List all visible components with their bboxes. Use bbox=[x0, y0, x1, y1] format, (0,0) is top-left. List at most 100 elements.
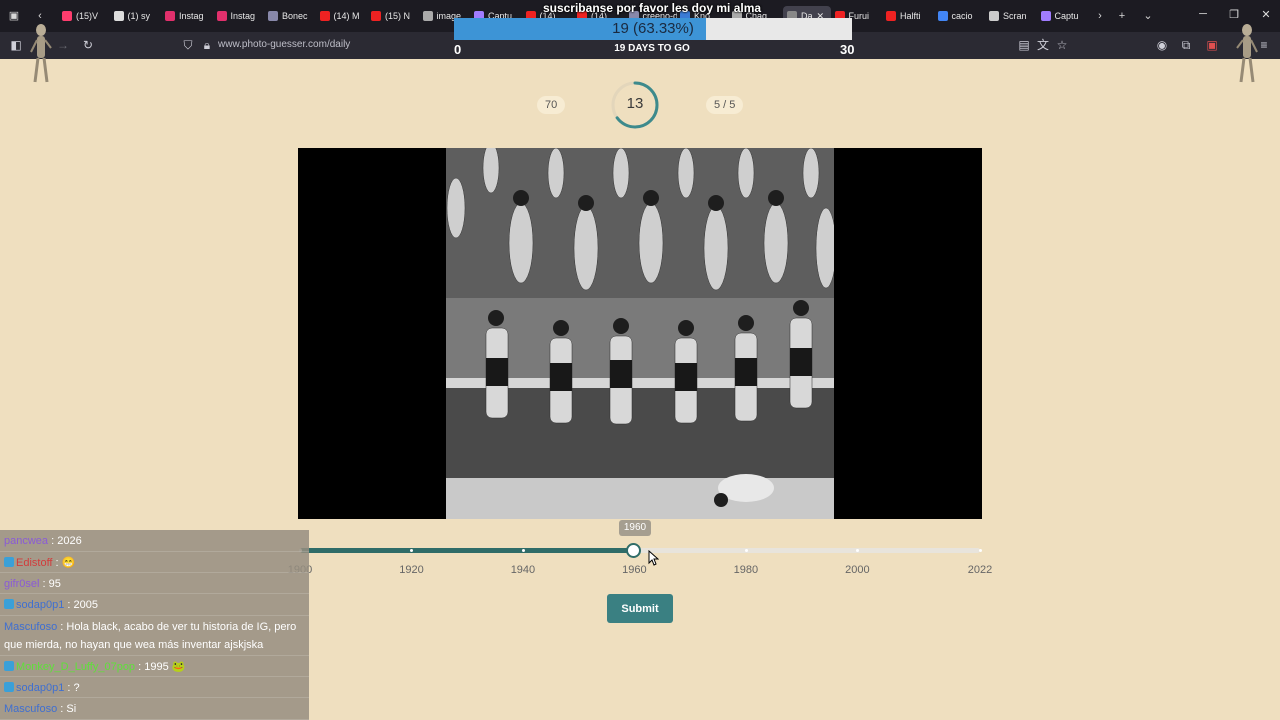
tab-favicon-icon bbox=[268, 11, 278, 21]
tab-title: Instag bbox=[230, 11, 256, 21]
chat-username: Mascufoso bbox=[4, 703, 58, 715]
browser-tab[interactable]: Halfti bbox=[886, 6, 934, 26]
sidebar-toggle-icon[interactable]: ◧ bbox=[8, 37, 24, 53]
browser-tab[interactable]: (14) M bbox=[319, 6, 368, 26]
chat-text: : Si bbox=[57, 703, 77, 715]
chat-text: : 2026 bbox=[48, 535, 82, 547]
chat-username: sodap0p1 bbox=[16, 599, 65, 611]
tab-title: Bonec bbox=[282, 11, 308, 21]
chat-text: : 2005 bbox=[64, 599, 98, 611]
chat-message: Edistoff : 😁 bbox=[0, 552, 309, 573]
tab-favicon-icon bbox=[886, 11, 896, 21]
goal-min-label: 0 bbox=[454, 42, 462, 57]
tab-title: (1) sy bbox=[127, 11, 151, 21]
tab-favicon-icon bbox=[1040, 11, 1051, 21]
chat-username: pancwea bbox=[4, 535, 49, 547]
chat-message: Mascufoso : Si bbox=[0, 698, 309, 720]
score-badge: 70 bbox=[537, 96, 566, 114]
close-window-icon[interactable]: ✕ bbox=[1258, 8, 1274, 21]
chat-message: sodap0p1 : ? bbox=[0, 677, 309, 698]
chat-message: gifr0sel : 95 bbox=[0, 573, 309, 594]
browser-tab[interactable]: Instag bbox=[165, 6, 213, 26]
tab-overflow-chevron-icon[interactable]: ⌄ bbox=[1140, 8, 1156, 24]
goal-progress-text: 19 (63.33%) bbox=[612, 20, 694, 37]
submit-button[interactable]: Submit bbox=[607, 594, 673, 623]
tab-favicon-icon bbox=[937, 11, 948, 21]
extension-badge-icon[interactable]: ▣ bbox=[1204, 37, 1220, 53]
mouse-cursor-icon bbox=[648, 550, 659, 566]
timer-value: 13 bbox=[626, 95, 644, 112]
tab-title: Captu bbox=[1054, 11, 1079, 21]
translate-icon[interactable]: 文 bbox=[1035, 37, 1051, 53]
tab-title: Scran bbox=[1003, 11, 1027, 21]
extensions-icon[interactable]: ⧉ bbox=[1178, 37, 1194, 53]
chat-message: Monkey_D_Luffy_07pop : 1995 🐸 bbox=[0, 656, 309, 677]
chat-message: sodap0p1 : 2005 bbox=[0, 594, 309, 616]
browser-tab[interactable]: (1) sy bbox=[113, 6, 162, 26]
browser-tab[interactable]: Captu bbox=[1040, 6, 1089, 26]
year-tick-label: 2022 bbox=[967, 564, 993, 576]
chat-badge-icon bbox=[4, 599, 14, 609]
chat-text: : 95 bbox=[39, 578, 61, 590]
tab-favicon-icon bbox=[422, 11, 433, 21]
year-slider-fill bbox=[300, 548, 635, 553]
tab-favicon-icon bbox=[62, 11, 72, 21]
chat-badge-icon bbox=[4, 661, 14, 671]
tab-favicon-icon bbox=[216, 11, 227, 21]
bookmark-star-icon[interactable]: ☆ bbox=[1054, 37, 1070, 53]
browser-tab[interactable]: (15) N bbox=[371, 6, 419, 26]
year-slider-thumb[interactable] bbox=[626, 543, 642, 558]
url-bar[interactable]: www.photo-guesser.com/daily bbox=[218, 39, 350, 50]
browser-tab[interactable]: cacio bbox=[937, 6, 986, 26]
historical-photo bbox=[446, 148, 834, 519]
stream-chat-overlay: pancwea : 2026 Edistoff : 😁 gifr0sel : 95 s… bbox=[0, 530, 309, 720]
tab-title: Instag bbox=[179, 11, 204, 21]
tab-favicon-icon bbox=[319, 11, 330, 21]
forward-icon[interactable]: → bbox=[55, 37, 71, 53]
lock-icon[interactable]: 🔒︎ bbox=[199, 37, 215, 53]
tab-title: (14) M bbox=[333, 11, 360, 21]
goal-max-label: 30 bbox=[840, 42, 855, 57]
year-tick-dot bbox=[521, 549, 525, 552]
shield-icon[interactable]: ⛉ bbox=[180, 37, 196, 53]
tab-scroll-right-icon[interactable]: › bbox=[1092, 8, 1108, 24]
goal-title: suscribanse por favor les doy mi alma bbox=[542, 1, 762, 15]
round-counter: 5 / 5 bbox=[706, 96, 744, 114]
chat-username: Monkey_D_Luffy_07pop bbox=[16, 661, 136, 673]
browser-tab[interactable]: (15)V bbox=[62, 6, 110, 26]
year-tick-label: 1920 bbox=[399, 564, 424, 576]
browser-tab[interactable]: Instag bbox=[216, 6, 265, 26]
chat-username: gifr0sel bbox=[4, 578, 40, 590]
chat-text: : 😁 bbox=[52, 557, 76, 569]
restore-icon[interactable]: ❐ bbox=[1226, 8, 1242, 21]
year-tick-label: 1940 bbox=[510, 564, 536, 576]
reload-icon[interactable]: ↻ bbox=[80, 37, 96, 53]
year-tick-dot bbox=[744, 549, 748, 552]
year-tick-label: 2000 bbox=[845, 564, 870, 576]
year-tick-label: 1980 bbox=[733, 564, 759, 576]
tab-favicon-icon bbox=[165, 11, 175, 21]
browser-tab[interactable]: Bonec bbox=[268, 6, 316, 26]
year-slider-tooltip: 1960 bbox=[619, 520, 651, 536]
tab-favicon-icon bbox=[113, 11, 124, 21]
goal-progress-bar: 19 (63.33%) bbox=[454, 18, 852, 40]
tab-title: (15) N bbox=[385, 11, 411, 21]
account-icon[interactable]: ◉ bbox=[1154, 37, 1170, 53]
minimize-icon[interactable]: ─ bbox=[1195, 8, 1211, 20]
browser-tab[interactable]: Scran bbox=[989, 6, 1037, 26]
new-tab-icon[interactable]: + bbox=[1114, 8, 1130, 24]
tab-favicon-icon bbox=[371, 11, 381, 21]
chat-badge-icon bbox=[4, 557, 14, 567]
chat-username: Edistoff bbox=[16, 557, 53, 569]
chat-message: pancwea : 2026 bbox=[0, 530, 309, 552]
chat-message: Mascufoso : Hola black, acabo de ver tu … bbox=[0, 616, 309, 656]
reader-view-icon[interactable]: ▤ bbox=[1016, 37, 1032, 53]
tab-title: (15)V bbox=[76, 11, 99, 21]
year-tick-dot bbox=[979, 549, 982, 552]
goal-days-left: 19 DAYS TO GO bbox=[614, 43, 690, 54]
tab-title: cacio bbox=[951, 11, 973, 21]
tab-favicon-icon bbox=[989, 11, 999, 21]
tab-list-icon[interactable]: ▣ bbox=[6, 8, 22, 24]
dancing-figure-left-icon bbox=[30, 24, 52, 83]
menu-icon[interactable]: ≡ bbox=[1256, 37, 1272, 53]
